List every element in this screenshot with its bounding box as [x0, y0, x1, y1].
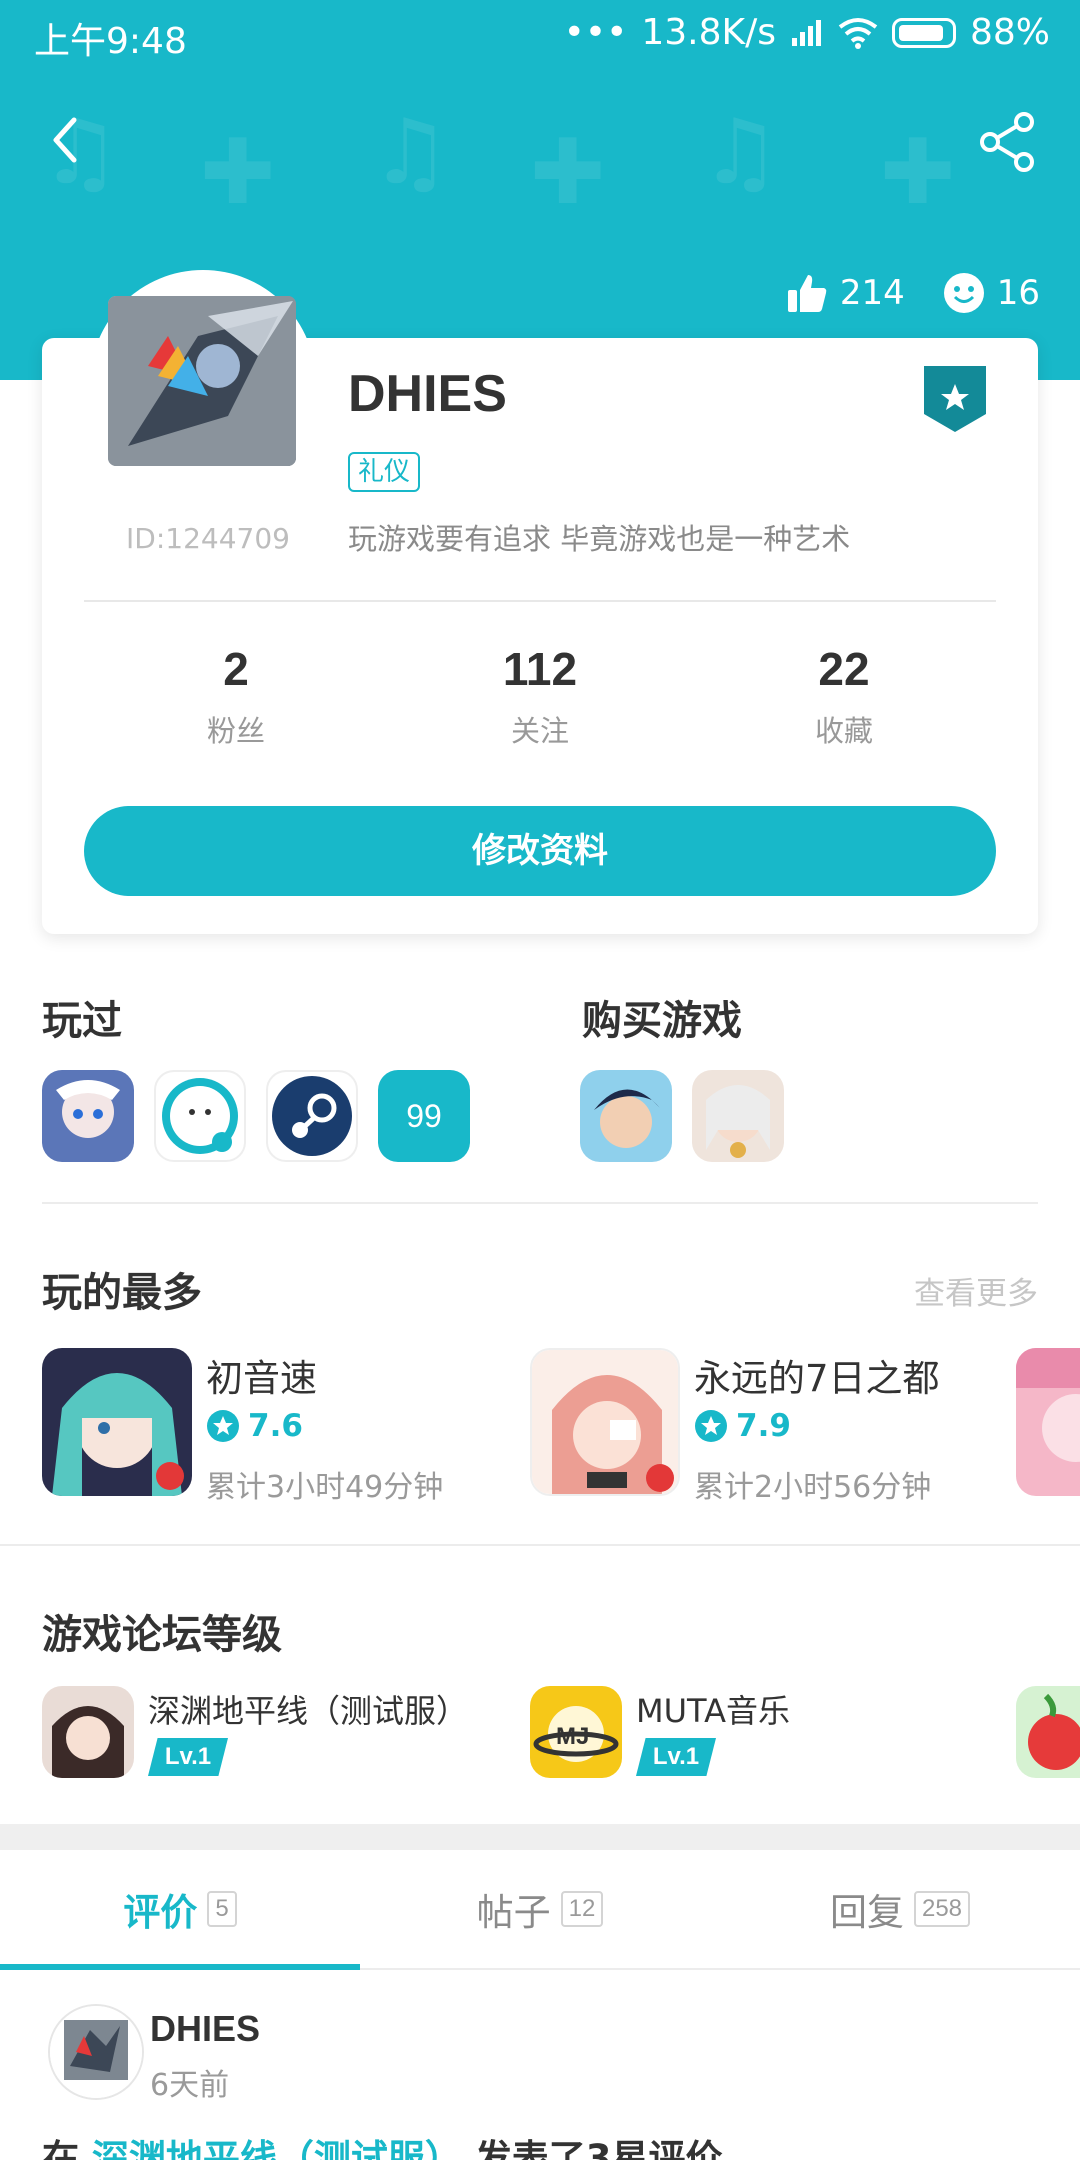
smiles-stat[interactable]: 16: [943, 272, 1040, 314]
tab-replies[interactable]: 回复 258: [720, 1850, 1080, 1968]
music-note-decoration: ♫: [370, 100, 451, 205]
level-badge: Lv.1: [636, 1738, 716, 1776]
status-bar: 上午9:48 ••• 13.8K/s 88%: [0, 0, 1080, 68]
section-divider: [0, 1544, 1080, 1546]
battery-icon: [891, 17, 956, 48]
more-played-button[interactable]: 99: [378, 1070, 470, 1162]
most-played-title: 玩的最多: [42, 1270, 202, 1316]
tab-posts[interactable]: 帖子 12: [360, 1850, 720, 1968]
purchased-game-icon[interactable]: [692, 1070, 784, 1162]
stat-label: 关注: [510, 714, 569, 748]
username: DHIES: [348, 365, 507, 423]
user-tag[interactable]: 礼仪: [348, 452, 421, 492]
back-icon[interactable]: [40, 110, 100, 170]
purchased-title: 购买游戏: [582, 998, 742, 1044]
tab-label: 评价: [123, 1891, 198, 1934]
played-game-icon[interactable]: [154, 1070, 246, 1162]
played-title: 玩过: [42, 998, 122, 1044]
thumbs-up-icon: [787, 275, 827, 312]
tab-label: 帖子: [476, 1891, 551, 1934]
tab-count: 12: [560, 1891, 604, 1927]
post-avatar[interactable]: [48, 2004, 144, 2100]
game-thumbnail: [530, 1348, 680, 1496]
profile-stats: 2 粉丝 112 关注 22 收藏: [84, 642, 996, 750]
stat-label: 粉丝: [206, 714, 265, 748]
view-more-link[interactable]: 查看更多: [914, 1268, 1038, 1313]
stat-value: 2: [223, 643, 249, 695]
purchased-game-icon[interactable]: [580, 1070, 672, 1162]
avatar[interactable]: [108, 296, 296, 466]
signal-icon: [791, 19, 821, 46]
post-username[interactable]: DHIES: [150, 2008, 260, 2050]
music-note-decoration: ♫: [700, 100, 781, 205]
user-id: ID:1244709: [126, 522, 290, 555]
card-divider: [84, 600, 996, 602]
forum-thumbnail: [42, 1686, 134, 1778]
post-game-link[interactable]: 深渊地平线（测试服）: [92, 2137, 462, 2160]
forum-level-item[interactable]: 深渊地平线（测试服） Lv.1: [42, 1686, 512, 1780]
share-icon[interactable]: [976, 110, 1040, 174]
forum-level-item[interactable]: MJ MUTA音乐 Lv.1: [530, 1686, 1000, 1780]
most-played-game[interactable]: 初音速 7.6 累计3小时49分钟: [42, 1348, 502, 1505]
svg-text:MJ: MJ: [556, 1723, 589, 1750]
post-prefix: 在: [42, 2137, 79, 2160]
stat-value: 112: [502, 643, 578, 695]
stat-favorites[interactable]: 22 收藏: [692, 642, 996, 750]
tab-count: 5: [207, 1891, 237, 1927]
game-name: 永远的7日之都: [694, 1357, 940, 1400]
played-game-icon[interactable]: [42, 1070, 134, 1162]
smiles-count: 16: [996, 273, 1040, 313]
content-tabs: 评价 5 帖子 12 回复 258: [0, 1850, 1080, 1970]
stat-fans[interactable]: 2 粉丝: [84, 642, 388, 750]
wifi-icon: [838, 17, 878, 49]
stat-label: 收藏: [814, 714, 873, 748]
stat-following[interactable]: 112 关注: [388, 642, 692, 750]
game-rating: 7.9: [694, 1408, 791, 1444]
star-icon: [207, 1410, 239, 1442]
rating-value: 7.9: [736, 1408, 791, 1444]
forum-thumbnail: MJ: [530, 1686, 622, 1778]
gamepad-decoration: ✚: [880, 120, 956, 225]
network-speed: 13.8K/s: [641, 12, 776, 53]
steam-icon[interactable]: [266, 1070, 358, 1162]
edit-profile-button[interactable]: 修改资料: [84, 806, 996, 896]
forum-thumbnail-partial[interactable]: [1016, 1686, 1080, 1778]
forum-level-title: 游戏论坛等级: [42, 1612, 282, 1658]
smile-icon: [943, 273, 984, 313]
forum-name: 深渊地平线（测试服）: [148, 1692, 469, 1730]
tab-count: 258: [913, 1891, 971, 1927]
badge-star-icon[interactable]: [924, 366, 986, 432]
tab-label: 回复: [829, 1891, 904, 1934]
gamepad-decoration: ✚: [200, 120, 276, 225]
game-thumbnail-partial[interactable]: [1016, 1348, 1080, 1496]
likes-count: 214: [839, 273, 905, 313]
status-time: 上午9:48: [34, 21, 187, 62]
game-name: 初音速: [206, 1357, 317, 1400]
post-summary: 在 深渊地平线（测试服） 发表了3星评价: [42, 2128, 723, 2160]
profile-card: ID:1244709 DHIES 礼仪 玩游戏要有追求 毕竟游戏也是一种艺术 2…: [42, 270, 1038, 934]
stat-value: 22: [818, 643, 870, 695]
likes-stat[interactable]: 214: [786, 272, 905, 314]
level-badge: Lv.1: [148, 1738, 228, 1776]
most-played-game[interactable]: 永远的7日之都 7.9 累计2小时56分钟: [530, 1348, 1010, 1505]
tab-reviews[interactable]: 评价 5: [0, 1850, 360, 1970]
rating-value: 7.6: [248, 1408, 303, 1444]
game-thumbnail: [42, 1348, 192, 1496]
header-stats: 214 16: [786, 272, 1040, 314]
section-spacer: [0, 1824, 1080, 1850]
post-time: 6天前: [150, 2068, 230, 2103]
forum-name: MUTA音乐: [636, 1692, 790, 1730]
section-divider: [42, 1202, 1038, 1204]
play-time: 累计3小时49分钟: [206, 1470, 444, 1505]
post-suffix: 发表了3星评价: [474, 2137, 723, 2160]
battery-level: 88%: [969, 12, 1050, 53]
star-icon: [695, 1410, 727, 1442]
play-time: 累计2小时56分钟: [694, 1470, 932, 1505]
user-bio: 玩游戏要有追求 毕竟游戏也是一种艺术: [348, 522, 851, 556]
gamepad-decoration: ✚: [530, 120, 606, 225]
game-rating: 7.6: [206, 1408, 303, 1444]
more-dots: •••: [563, 12, 628, 53]
